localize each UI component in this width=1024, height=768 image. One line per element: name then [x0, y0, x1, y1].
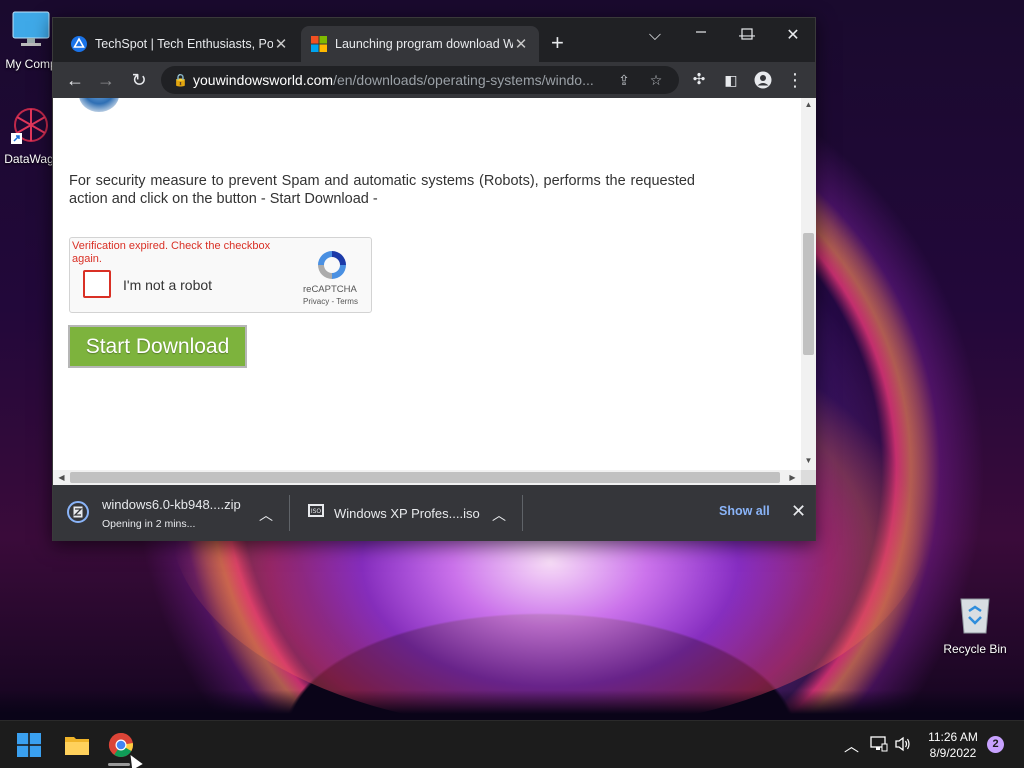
- tray-chevron-up-icon[interactable]: ︿: [844, 735, 859, 756]
- scrollbar-corner: [801, 470, 816, 485]
- scroll-right-arrow-icon[interactable]: ▶: [785, 470, 800, 485]
- tab-launching-download[interactable]: Launching program download W ✕: [301, 26, 539, 62]
- desktop-icon-recycle-bin[interactable]: Recycle Bin: [940, 595, 1010, 656]
- svg-text:ISO: ISO: [311, 508, 322, 515]
- side-panel-icon[interactable]: ◧: [719, 68, 743, 92]
- monitor-icon: [12, 11, 50, 46]
- address-path: /en/downloads/operating-systems/windo...: [333, 72, 594, 88]
- tab-techspot[interactable]: TechSpot | Tech Enthusiasts, Powe ✕: [61, 26, 299, 62]
- security-instructions: For security measure to prevent Spam and…: [69, 173, 695, 207]
- close-window-button[interactable]: ✕: [773, 22, 813, 50]
- windows-logo-icon: [311, 36, 327, 52]
- scroll-left-arrow-icon[interactable]: ◀: [54, 470, 69, 485]
- recaptcha-privacy-terms-links[interactable]: Privacy - Terms: [303, 297, 358, 306]
- windows-start-icon[interactable]: [17, 733, 41, 757]
- recaptcha-widget: Verification expired. Check the checkbox…: [69, 237, 372, 313]
- vertical-scrollbar[interactable]: ▲ ▼: [801, 98, 816, 470]
- forward-arrow-icon[interactable]: →: [94, 68, 118, 92]
- horizontal-scroll-thumb[interactable]: [70, 472, 780, 483]
- download-filename: Windows XP Profes....iso: [334, 506, 480, 521]
- start-download-button[interactable]: Start Download: [68, 325, 247, 368]
- windows-orb-logo-icon: [79, 98, 119, 112]
- vertical-scroll-thumb[interactable]: [803, 233, 814, 355]
- tab-strip: TechSpot | Tech Enthusiasts, Powe ✕ Laun…: [53, 18, 815, 62]
- recycle-bin-icon: [960, 598, 990, 634]
- show-all-downloads-link[interactable]: Show all: [719, 504, 770, 518]
- close-tab-icon[interactable]: ✕: [273, 35, 289, 53]
- share-icon[interactable]: ⇪: [613, 66, 635, 94]
- recaptcha-logo-icon: [318, 251, 346, 279]
- iso-file-icon: ISO: [308, 504, 324, 517]
- clock-date: 8/9/2022: [929, 746, 977, 760]
- file-explorer-icon[interactable]: [64, 733, 90, 757]
- clock-time: 11:26 AM: [928, 730, 978, 744]
- minimize-window-button[interactable]: [681, 20, 721, 48]
- back-arrow-icon[interactable]: ←: [63, 68, 87, 92]
- tab-title: TechSpot | Tech Enthusiasts, Powe: [95, 37, 273, 51]
- zip-file-progress-icon: [67, 501, 89, 523]
- download-item-zip[interactable]: windows6.0-kb948....zip Opening in 2 min…: [53, 485, 289, 541]
- browser-toolbar: ← → ↻ 🔒 youwindowsworld.com/en/downloads…: [53, 62, 815, 98]
- tab-title: Launching program download W: [335, 37, 513, 51]
- close-shelf-icon[interactable]: ✕: [791, 501, 806, 522]
- address-host: youwindowsworld.com: [193, 72, 334, 88]
- extensions-puzzle-icon[interactable]: ✣: [687, 68, 711, 92]
- taskbar-clock[interactable]: 11:26 AM 8/9/2022: [918, 729, 988, 761]
- browser-window: TechSpot | Tech Enthusiasts, Powe ✕ Laun…: [52, 17, 816, 541]
- active-app-indicator: [108, 763, 130, 766]
- notification-count-badge[interactable]: 2: [987, 736, 1004, 753]
- recaptcha-brand: reCAPTCHA: [303, 284, 357, 295]
- maximize-window-button[interactable]: [727, 22, 767, 50]
- menu-kebab-icon[interactable]: ⋮: [783, 68, 807, 92]
- download-shelf: windows6.0-kb948....zip Opening in 2 min…: [53, 485, 815, 541]
- scroll-down-arrow-icon[interactable]: ▼: [801, 456, 816, 465]
- lock-icon: 🔒: [173, 73, 188, 87]
- new-tab-button[interactable]: +: [551, 32, 564, 54]
- address-bar[interactable]: 🔒 youwindowsworld.com/en/downloads/opera…: [161, 66, 679, 94]
- speaker-icon[interactable]: [894, 736, 912, 752]
- captcha-error-message: Verification expired. Check the checkbox…: [72, 240, 271, 265]
- download-item-iso[interactable]: ISO Windows XP Profes....iso ︿: [290, 485, 522, 541]
- captcha-label: I'm not a robot: [123, 277, 213, 293]
- scroll-up-arrow-icon[interactable]: ▲: [801, 100, 816, 109]
- chevron-up-icon[interactable]: ︿: [492, 505, 506, 525]
- download-filename: windows6.0-kb948....zip: [102, 497, 241, 512]
- horizontal-scrollbar[interactable]: ◀ ▶: [53, 470, 801, 485]
- tab-search-chevron-icon[interactable]: ⌵: [635, 22, 675, 50]
- page-content: For security measure to prevent Spam and…: [53, 98, 801, 470]
- bookmark-star-icon[interactable]: ☆: [645, 66, 667, 94]
- close-tab-icon[interactable]: ✕: [513, 35, 529, 53]
- taskbar: ︿ 11:26 AM 8/9/2022: [0, 720, 1024, 768]
- desktop-icon-label: Recycle Bin: [943, 642, 1007, 656]
- shelf-divider: [522, 495, 523, 531]
- datawag-app-icon: [11, 108, 48, 144]
- reload-icon[interactable]: ↻: [127, 68, 151, 92]
- chevron-up-icon[interactable]: ︿: [259, 505, 273, 525]
- captcha-checkbox[interactable]: [83, 270, 111, 298]
- profile-avatar-icon[interactable]: [751, 68, 775, 92]
- network-icon[interactable]: [870, 736, 888, 752]
- download-status: Opening in 2 mins...: [102, 518, 196, 530]
- techspot-icon: [71, 36, 87, 52]
